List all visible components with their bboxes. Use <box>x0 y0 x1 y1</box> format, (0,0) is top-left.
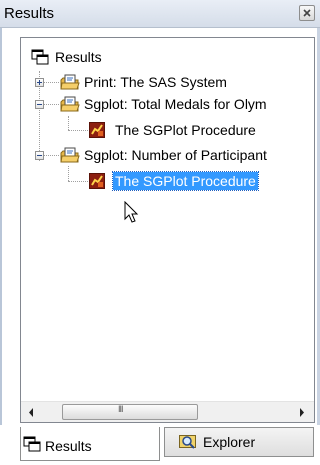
graph-output-icon <box>89 122 105 138</box>
plus-icon <box>37 80 42 85</box>
horizontal-scrollbar[interactable]: III <box>21 401 314 422</box>
scroll-left-button[interactable] <box>23 402 40 422</box>
folder-report-icon <box>60 96 80 112</box>
results-window-icon <box>23 436 41 452</box>
tree-item-sgplot-medals[interactable]: Sgplot: Total Medals for Olym <box>21 93 314 115</box>
minus-icon <box>37 104 42 105</box>
arrow-right-icon <box>300 408 304 417</box>
tree-item-label: The SGPlot Procedure <box>115 122 256 138</box>
tab-explorer[interactable]: Explorer <box>164 427 314 457</box>
close-icon <box>303 9 311 17</box>
scrollbar-thumb[interactable]: III <box>62 404 198 420</box>
tree-item-sgplot-procedure-1[interactable]: The SGPlot Procedure <box>21 119 311 141</box>
scroll-right-button[interactable] <box>293 402 310 422</box>
window-tabs: Results Explorer <box>0 425 320 465</box>
minus-icon <box>37 155 42 156</box>
tree-root[interactable]: Results <box>21 46 311 68</box>
close-button[interactable] <box>299 5 315 21</box>
tree-item-label: Sgplot: Number of Participant <box>84 147 267 163</box>
folder-report-icon <box>60 147 80 163</box>
window-frame-left <box>0 28 2 465</box>
collapse-toggle[interactable] <box>35 151 44 160</box>
tab-explorer-label: Explorer <box>203 434 256 450</box>
tree-item-label-selected: The SGPlot Procedure <box>112 171 259 191</box>
tree-item-label: Print: The SAS System <box>84 74 227 90</box>
tree-root-label: Results <box>55 49 102 65</box>
explorer-icon <box>179 435 196 449</box>
scrollbar-grip: III <box>118 404 123 414</box>
tree-item-sgplot-procedure-2[interactable]: The SGPlot Procedure <box>21 170 311 192</box>
tree-item-sgplot-participants[interactable]: Sgplot: Number of Participant <box>21 144 314 166</box>
folder-report-icon <box>60 74 80 90</box>
tree-item-label: Sgplot: Total Medals for Olym <box>84 96 267 112</box>
tab-results[interactable]: Results <box>20 427 160 461</box>
arrow-left-icon <box>29 408 33 417</box>
expand-toggle[interactable] <box>35 78 44 87</box>
window-title: Results <box>4 5 55 22</box>
title-bar: Results <box>0 0 320 28</box>
results-window-icon <box>31 49 49 65</box>
collapse-toggle[interactable] <box>35 100 44 109</box>
results-tree[interactable]: Results Print: The SAS System Sgplot: To… <box>20 37 315 423</box>
graph-output-icon <box>89 173 105 189</box>
mouse-cursor-icon <box>124 201 139 223</box>
tab-results-label: Results <box>45 438 92 454</box>
tree-item-print[interactable]: Print: The SAS System <box>21 71 311 93</box>
